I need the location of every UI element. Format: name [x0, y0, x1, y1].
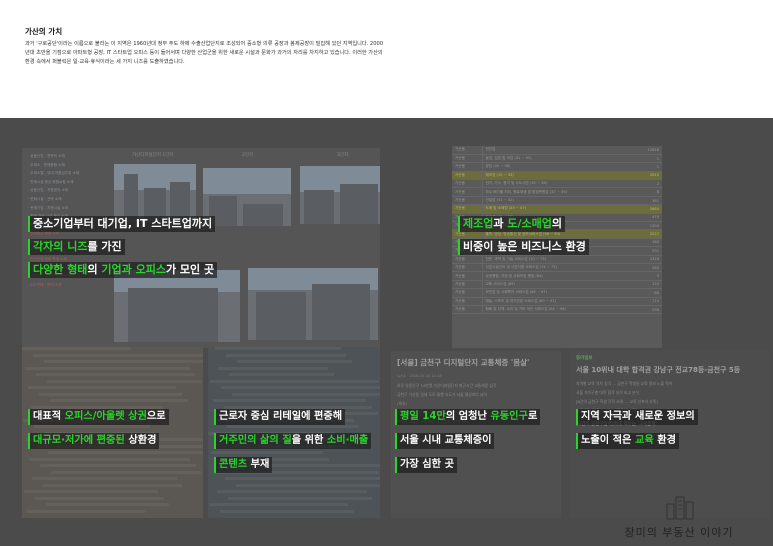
table-row: 가산동 협회 및 단체, 수리 및 기타 개인 서비스업 (94 ~ 96) 296 — [452, 305, 662, 315]
table-row: 가산동 건설업 (41 ~ 42) 361 — [452, 196, 662, 206]
legend-item: · 공동산업 - 지원센터 소재 — [28, 188, 69, 193]
legend-item: · 문화시설 - 전략 소재 — [28, 196, 62, 201]
building-logo-icon — [666, 496, 694, 520]
photo-header-2: 2단지 — [242, 153, 254, 158]
caption-line: 다양한 형태의 기업과 오피스가 모인 곳 — [28, 258, 218, 278]
news-byline: 뉴스1 · 2016-10-18 10:18 — [397, 374, 442, 378]
intro-title: 가산의 가치 — [25, 27, 63, 36]
table-row: 가산동 광업 (05 ~ 08) 1 — [452, 162, 662, 172]
caption-line: 노출이 적은 교육 환경 — [576, 428, 698, 449]
table-row: 가산동 공공행정, 국방 및 사회보장 행정 (84) 5 — [452, 271, 662, 281]
table-row: 가산동 교육 서비스업 (85) 124 — [452, 280, 662, 290]
office-photo — [300, 166, 380, 224]
news-headline: [서울] 금천구 디지털단지 교통체증 '몸살' — [397, 358, 530, 367]
table-row: 가산동 전기, 가스, 증기 및 수도사업 (35 ~ 36) 2 — [452, 179, 662, 189]
table-row: 가산동 농업, 임업 및 어업 (01 ~ 03) 1 — [452, 154, 662, 164]
caption-line: 제조업과 도/소매업의 — [458, 212, 589, 232]
logo-text: 장미의 부동산 이야기 — [624, 526, 734, 539]
table-row: 가산동 하수·폐기물 처리, 원료재생 및 환경복원업 (37 ~ 39) 8 — [452, 187, 662, 197]
legend-item: · 판매기업 - 지원시설 소재 — [28, 205, 69, 210]
caption-line: 지역 자극과 새로운 정보의 — [576, 404, 698, 425]
caption-line: 평일 14만의 엄청난 유동인구로 — [395, 404, 541, 425]
caption-companies: 중소기업부터 대기업, IT 스타트업까지각자의 니즈를 가진다양한 형태의 기… — [28, 212, 218, 281]
caption-line: 중소기업부터 대기업, IT 스타트업까지 — [28, 212, 217, 232]
photo-headers: 가산디지털단지 1단지 2단지 3단지 — [112, 152, 372, 162]
legend-item: · 오피스 - 판매종합 소재 — [28, 162, 65, 167]
news-body-line: 서울 자치구별 대학 합격 실적 비교 분석 — [576, 390, 640, 395]
photo-header-3: 3단지 — [337, 153, 349, 158]
caption-education: 지역 자극과 새로운 정보의노출이 적은 교육 환경 — [576, 404, 698, 452]
intro-section: 가산의 가치 과거 '구로공단'이라는 이름으로 불리는 이 지역은 1960년… — [25, 26, 385, 67]
office-photo — [248, 268, 378, 340]
caption-traffic: 평일 14만의 엄청난 유동인구로서울 시내 교통체증이가장 심한 곳 — [395, 404, 541, 476]
intro-body: 과거 '구로공단'이라는 이름으로 불리는 이 지역은 1960년대 정부 주도… — [25, 41, 384, 65]
brand-logo: 장미의 부동산 이야기 — [609, 494, 749, 540]
legend-item: · SKT판매 - 판매 소재 — [28, 282, 62, 287]
news-body-line: 하루 유동인구 14만명 가산디지털단지 퇴근시간 교통체증 심각 — [397, 383, 497, 388]
table-row: 가산동 사업시설관리 및 사업지원 서비스업 (74 ~ 75) 283 — [452, 263, 662, 273]
collage-panel: · 공동산업 - 전략의 소재 · 오피스 - 판매종합 소재 · 오피스텔 - 임… — [0, 118, 773, 546]
caption-line: 콘텐츠 부재 — [214, 452, 371, 473]
news-headline: 서울 10위내 대학 합격권 강남구 전교78등-금천구 5등 — [576, 366, 741, 374]
table-row: 가산동 제조업 (10 ~ 33) 2615 — [452, 171, 662, 181]
caption-business: 제조업과 도/소매업의비중이 높은 비즈니스 환경 — [458, 212, 589, 258]
news-body-line: 지역별 교육 격차 심각 … 금천구 학생들 교육 정보 노출 적어 — [576, 381, 673, 386]
legend-item: · 공동산업 - 전략의 소재 — [28, 154, 65, 158]
caption-line: 대표적 오피스/아울렛 상권으로 — [28, 404, 169, 425]
caption-line: 비중이 높은 비즈니스 환경 — [458, 235, 589, 255]
news-body-line: 금천구 가산동 일대 도로 통행 속도가 서울 평균보다 낮아 — [397, 392, 487, 397]
photo-header-1: 가산디지털단지 1단지 — [132, 153, 174, 158]
legend-item: · 오피스텔 - 임대 지원입주된 소재 — [28, 171, 80, 176]
table-row: 가산동 보건업 및 사회복지 서비스업 (86 ~ 87) 88 — [452, 288, 662, 298]
caption-line: 대규모·저가에 편중된 상환경 — [28, 428, 169, 449]
legend-item: · 판매시설 중심 종합쇼핑 소재 — [28, 179, 74, 184]
caption-line: 가장 심한 곳 — [395, 452, 540, 473]
caption-line: 각자의 니즈를 가진 — [28, 235, 217, 255]
caption-line: 서울 시내 교통체증이 — [395, 428, 540, 449]
caption-line: 거주민의 삶의 질을 위한 소비·매출 — [214, 428, 372, 449]
caption-residents: 근로자 중심 리테일에 편중해거주민의 삶의 질을 위한 소비·매출콘텐츠 부재 — [214, 404, 372, 476]
table-row: 가산동 전산업 12616 — [452, 146, 662, 155]
table-row: 가산동 예술, 스포츠 및 여가관련 서비스업 (90 ~ 91) 114 — [452, 297, 662, 306]
caption-line: 근로자 중심 리테일에 편중해 — [214, 404, 371, 425]
news-brand: 동아일보 — [576, 356, 593, 361]
caption-retail: 대표적 오피스/아울렛 상권으로대규모·저가에 편중된 상환경 — [28, 404, 169, 452]
